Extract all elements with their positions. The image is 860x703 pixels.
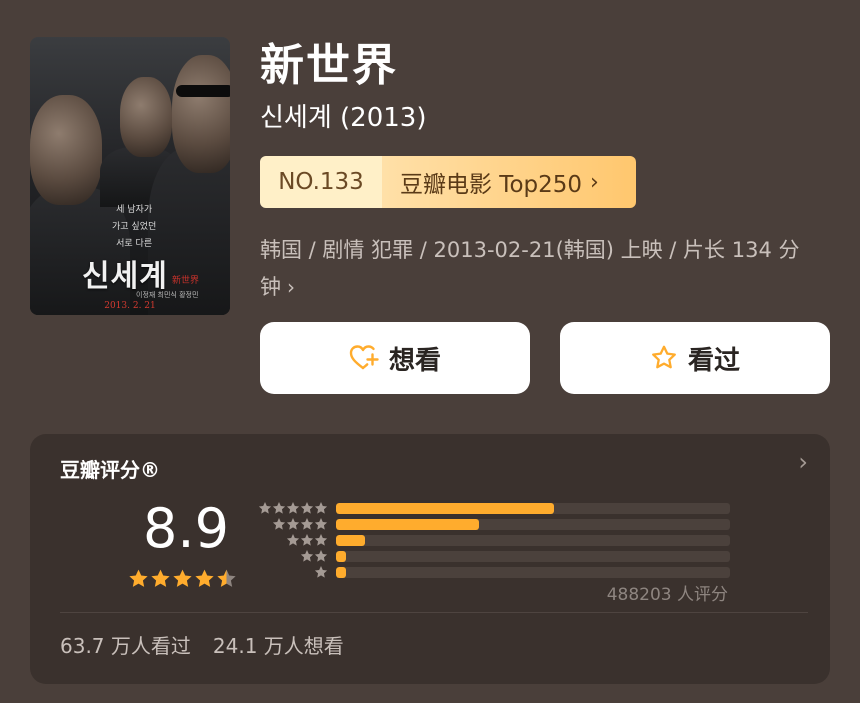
star-level-label <box>300 548 328 564</box>
star-level-label <box>314 564 328 580</box>
rating-count: 488203 人评分 <box>606 585 728 605</box>
small-star-icon <box>314 518 328 530</box>
top250-rank-badge[interactable]: NO.133 豆瓣电影 Top250 › <box>260 156 636 208</box>
small-star-icon <box>300 550 314 562</box>
want-to-watch-label: 想看 <box>388 345 441 376</box>
rating-score: 8.9 <box>143 497 229 560</box>
rating-bar-row <box>252 500 732 516</box>
movie-meta-info[interactable]: 韩国 / 剧情 犯罪 / 2013-02-21(韩国) 上映 / 片长 134 … <box>260 232 820 306</box>
small-star-icon <box>314 550 328 562</box>
rating-bar-fill <box>336 567 346 578</box>
small-star-icon <box>272 502 286 514</box>
rating-bar-track <box>336 567 730 578</box>
small-star-icon <box>258 502 272 514</box>
small-star-icon <box>300 534 314 546</box>
poster-chinese-mark: 新世界 <box>172 276 200 286</box>
chevron-right-icon: › <box>287 275 295 299</box>
watched-label: 看过 <box>687 345 740 376</box>
movie-original-title: 신세계 (2013) <box>260 103 427 133</box>
rating-bar-track <box>336 535 730 546</box>
small-star-icon <box>314 534 328 546</box>
rating-bar-track <box>336 519 730 530</box>
rating-distribution <box>252 500 732 580</box>
star-icon <box>173 569 192 587</box>
wish-count: 24.1 万人想看 <box>212 634 344 658</box>
top250-list-label: 豆瓣电影 Top250 <box>400 172 583 198</box>
small-star-icon <box>286 518 300 530</box>
movie-poster[interactable]: 세 남자가 가고 싶었던 서로 다른 신세계 新世界 이정재 최민식 황정민 2… <box>30 37 230 315</box>
small-star-icon <box>286 502 300 514</box>
want-to-watch-button[interactable]: 想看 <box>260 322 530 394</box>
movie-title: 新世界 <box>260 40 398 91</box>
rating-bar-row <box>252 564 732 580</box>
rating-bar-fill <box>336 519 480 530</box>
star-icon <box>217 569 236 587</box>
poster-face <box>120 77 172 157</box>
watched-count: 63.7 万人看过 <box>60 634 191 658</box>
chevron-right-icon: › <box>590 169 599 195</box>
small-star-icon <box>272 518 286 530</box>
star-level-label <box>272 516 328 532</box>
star-level-label <box>258 500 328 516</box>
rating-bar-track <box>336 503 730 514</box>
rating-bar-row <box>252 548 732 564</box>
poster-korean-title: 신세계 <box>82 259 168 294</box>
top250-list-link: 豆瓣电影 Top250 › <box>382 156 636 208</box>
poster-date: 2013. 2. 21 <box>104 301 156 311</box>
rating-bar-fill <box>336 535 366 546</box>
small-star-icon <box>300 502 314 514</box>
small-star-icon <box>300 518 314 530</box>
sunglasses-graphic <box>176 85 230 97</box>
rating-bar-fill <box>336 503 555 514</box>
rank-number: NO.133 <box>260 156 382 208</box>
heart-plus-icon <box>349 344 379 372</box>
small-star-icon <box>314 502 328 514</box>
rating-bar-track <box>336 551 730 562</box>
douban-rating-card[interactable]: 豆瓣评分® › 8.9 488203 人评分 63.7 万人看过 24.1 万人… <box>30 434 830 684</box>
poster-face <box>172 55 230 173</box>
small-star-icon <box>314 566 328 578</box>
movie-meta-text: 韩国 / 剧情 犯罪 / 2013-02-21(韩国) 上映 / 片长 134 … <box>260 238 800 299</box>
rating-bar-row <box>252 516 732 532</box>
star-outline-icon <box>650 344 678 372</box>
poster-cast: 이정재 최민식 황정민 <box>136 291 199 299</box>
audience-stats: 63.7 万人看过 24.1 万人想看 <box>60 630 344 659</box>
star-icon <box>195 569 214 587</box>
divider <box>60 612 808 613</box>
watched-button[interactable]: 看过 <box>560 322 830 394</box>
star-icon <box>151 569 170 587</box>
poster-tagline: 세 남자가 가고 싶었던 서로 다른 <box>112 205 157 249</box>
star-icon <box>129 569 148 587</box>
small-star-icon <box>286 534 300 546</box>
rating-bar-fill <box>336 551 346 562</box>
rating-stars <box>128 568 237 589</box>
rating-bar-row <box>252 532 732 548</box>
chevron-right-icon[interactable]: › <box>798 448 808 476</box>
rating-card-title: 豆瓣评分® <box>60 458 160 482</box>
poster-face <box>30 95 102 205</box>
star-level-label <box>286 532 328 548</box>
